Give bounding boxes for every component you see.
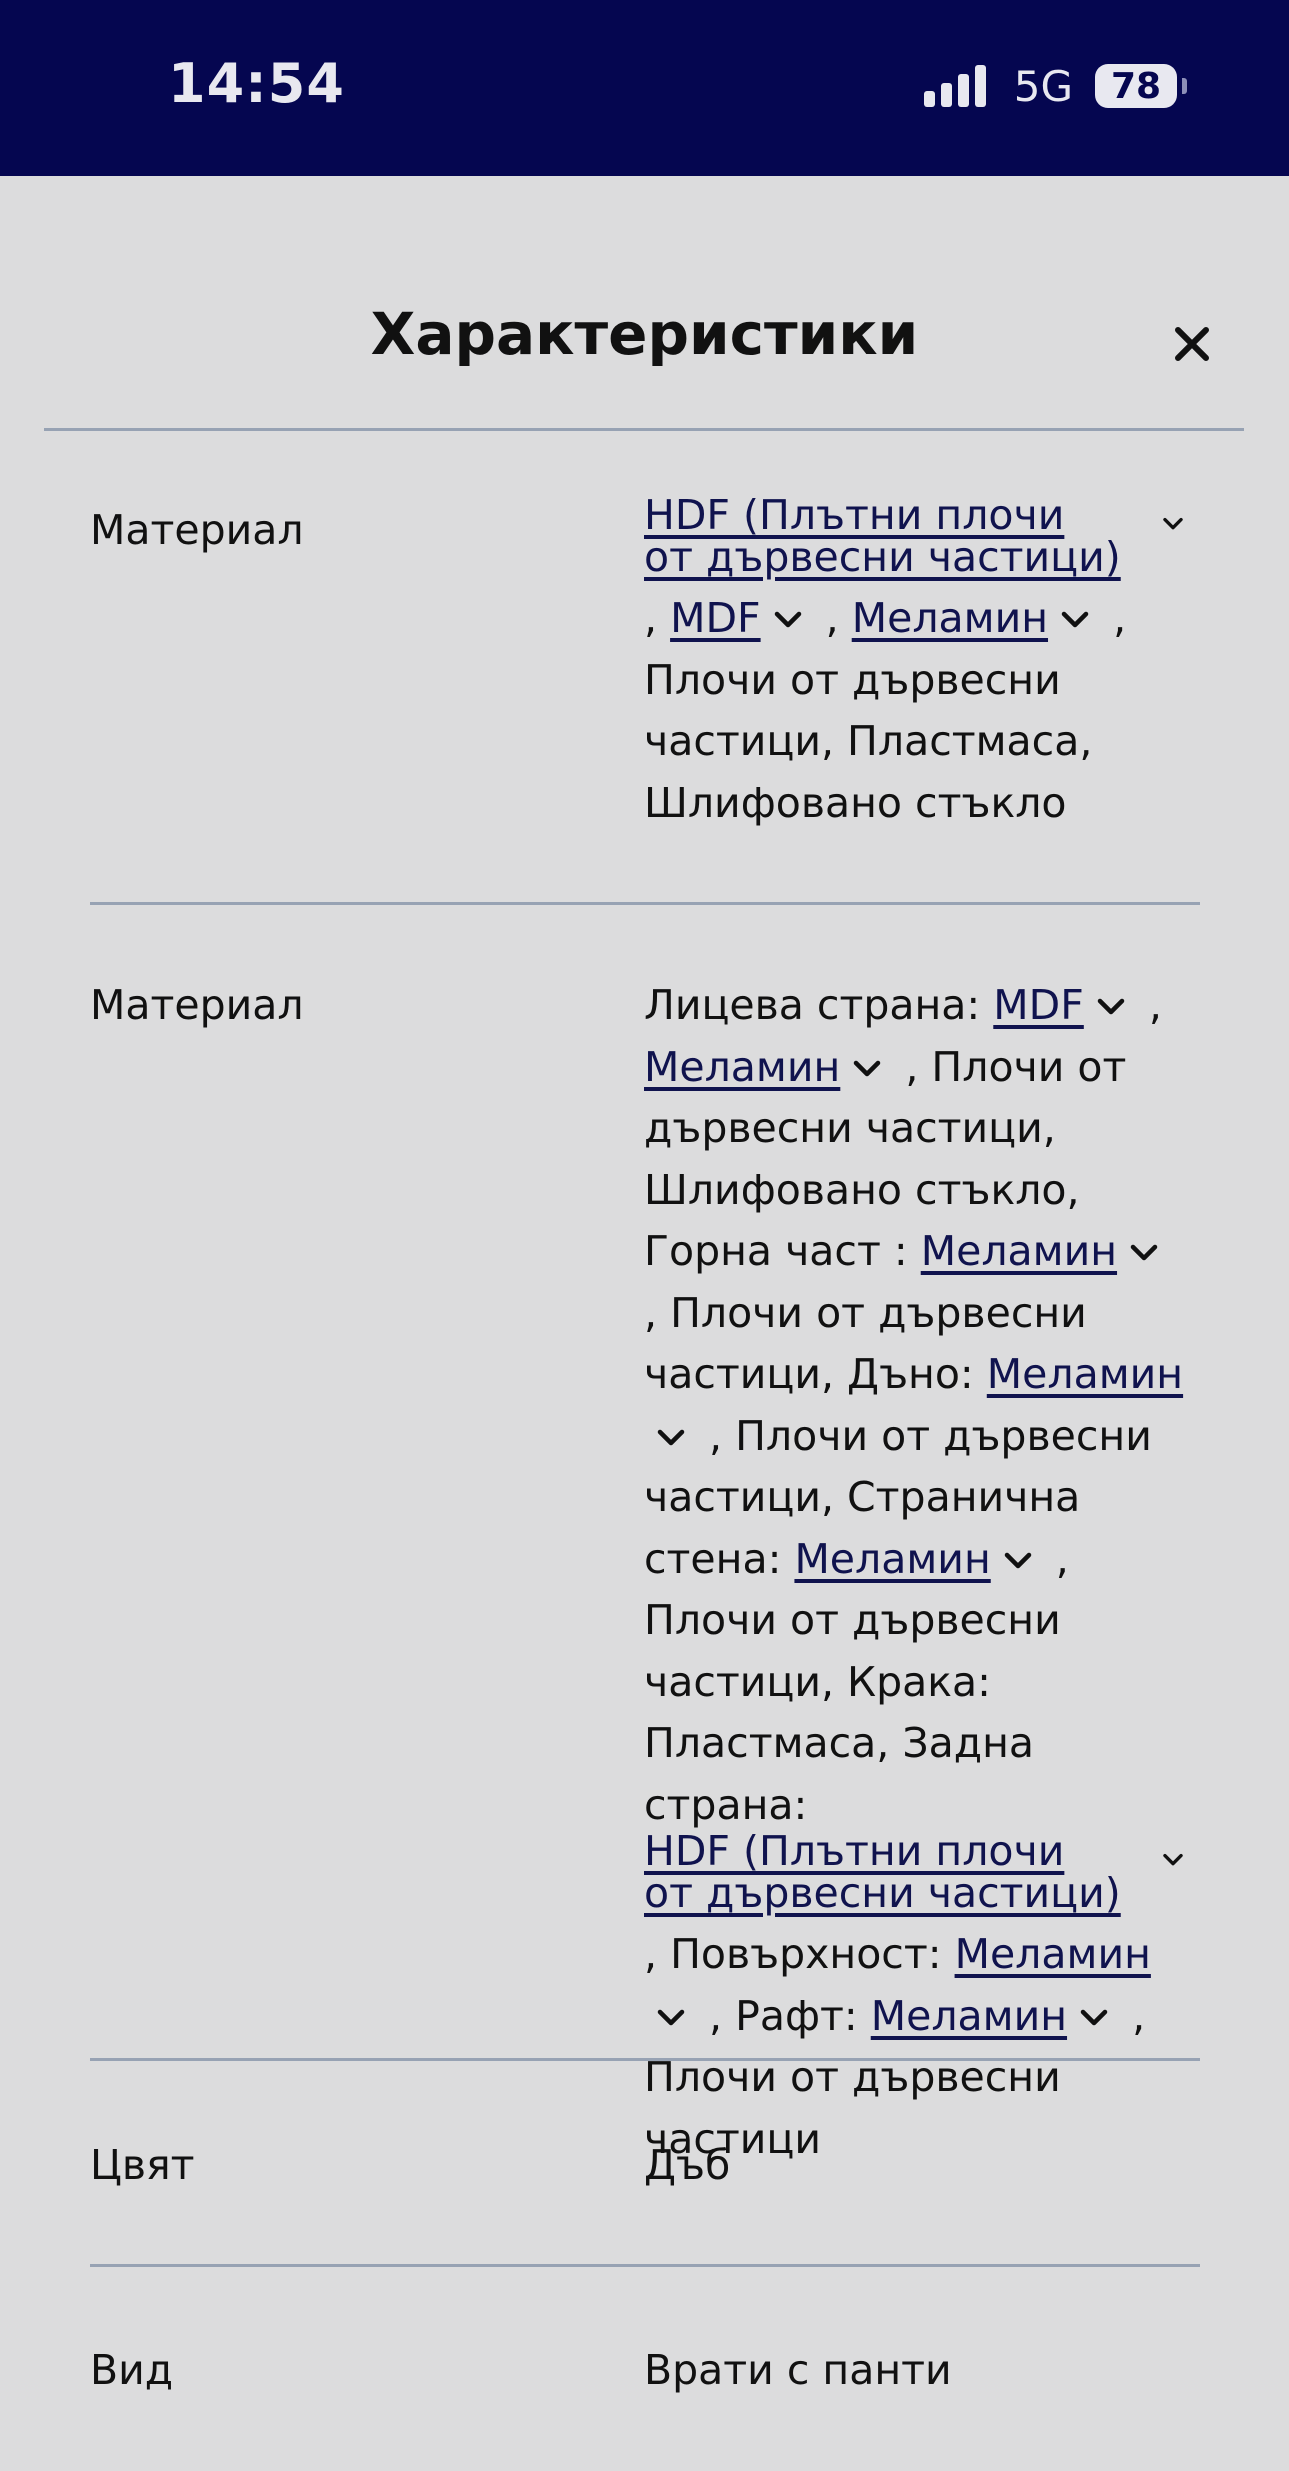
spec-row-material: Материал HDF (Плътни плочи от дървесни ч…: [90, 494, 1200, 830]
material-link[interactable]: MDF: [993, 981, 1084, 1029]
spec-text: ,: [1135, 981, 1162, 1029]
spec-text: Лицева страна:: [644, 981, 994, 1029]
row-divider: [90, 2058, 1200, 2061]
chevron-down-icon[interactable]: [1162, 1852, 1184, 1868]
spec-label: Материал: [90, 506, 304, 554]
chevron-down-icon[interactable]: [773, 610, 803, 630]
chevron-down-icon[interactable]: [1129, 1243, 1159, 1263]
material-link[interactable]: Меламин: [921, 1227, 1117, 1275]
status-bar: 14:54 5G 78: [0, 0, 1289, 176]
spec-text: ,: [812, 594, 852, 642]
material-link[interactable]: MDF: [670, 594, 761, 642]
material-link-hdf[interactable]: HDF (Плътни плочи от дървесни частици): [644, 494, 1190, 578]
chevron-down-icon[interactable]: [1079, 2008, 1109, 2028]
spec-text: ,: [644, 594, 671, 642]
spec-row-type: Вид Врати с панти: [90, 2340, 1200, 2420]
material-link[interactable]: HDF (Плътни плочи от дървесни частици): [644, 1830, 1124, 1914]
row-divider: [90, 2264, 1200, 2267]
battery-icon: 78: [1095, 64, 1187, 108]
status-icons: 5G 78: [923, 58, 1187, 114]
spec-text: Дъб: [644, 2141, 731, 2189]
close-icon[interactable]: [1170, 322, 1214, 366]
material-link[interactable]: Меламин: [871, 1992, 1067, 2040]
chevron-down-icon[interactable]: [656, 2008, 686, 2028]
battery-level: 78: [1110, 65, 1162, 107]
spec-value: Дъб: [644, 2135, 1190, 2197]
material-link-hdf[interactable]: HDF (Плътни плочи от дървесни частици): [644, 1830, 1190, 1914]
chevron-down-icon[interactable]: [656, 1428, 686, 1448]
status-time: 14:54: [168, 52, 345, 115]
spec-text: Врати с панти: [644, 2346, 952, 2394]
title-divider: [44, 428, 1244, 431]
spec-row-material-detailed: Материал Лицева страна: MDF , Меламин , …: [90, 975, 1200, 2163]
spec-value: HDF (Плътни плочи от дървесни частици), …: [644, 494, 1190, 834]
network-type: 5G: [1013, 61, 1073, 111]
material-link[interactable]: Меламин: [987, 1350, 1183, 1398]
spec-value: Лицева страна: MDF , Меламин , Плочи от …: [644, 975, 1190, 2170]
material-link[interactable]: Меламин: [794, 1535, 990, 1583]
spec-label: Вид: [90, 2346, 174, 2394]
spec-label: Материал: [90, 981, 304, 1029]
spec-text: , Рафт:: [696, 1991, 871, 2040]
chevron-down-icon[interactable]: [1096, 997, 1126, 1017]
spec-value: Врати с панти: [644, 2340, 1190, 2402]
chevron-down-icon[interactable]: [852, 1059, 882, 1079]
material-link[interactable]: HDF (Плътни плочи от дървесни частици): [644, 494, 1124, 578]
material-link[interactable]: Меламин: [852, 594, 1048, 642]
chevron-down-icon[interactable]: [1003, 1551, 1033, 1571]
spec-label: Цвят: [90, 2141, 195, 2189]
spec-row-color: Цвят Дъб: [90, 2135, 1200, 2215]
sheet-title: Характеристики: [370, 300, 919, 368]
row-divider: [90, 902, 1200, 905]
chevron-down-icon[interactable]: [1060, 610, 1090, 630]
material-link[interactable]: Меламин: [644, 1043, 840, 1091]
chevron-down-icon[interactable]: [1162, 516, 1184, 532]
cellular-signal-icon: [923, 65, 992, 107]
material-link[interactable]: Меламин: [955, 1930, 1151, 1978]
spec-text: , Повърхност:: [644, 1930, 955, 1978]
